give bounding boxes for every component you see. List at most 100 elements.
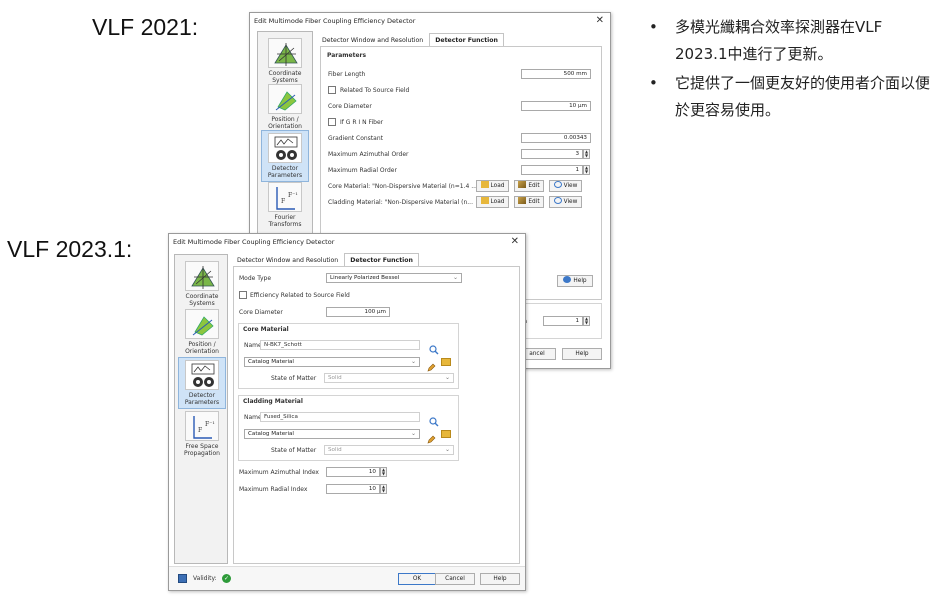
- button-label: Help: [573, 278, 587, 284]
- max-radial-order-field[interactable]: 1: [521, 165, 583, 175]
- old-nav-detector-parameters[interactable]: Detector Parameters: [261, 130, 309, 182]
- old-nav-position[interactable]: Position / Orientation: [261, 84, 309, 130]
- bullet-text: 多模光纖耦合效率探測器在VLF 2023.1中進行了更新。: [675, 18, 883, 63]
- bullet-dot: •: [649, 74, 658, 92]
- close-icon[interactable]: ✕: [511, 234, 519, 249]
- old-dialog-titlebar: Edit Multimode Fiber Coupling Efficiency…: [250, 13, 610, 29]
- validity-check-icon: ✓: [222, 574, 231, 583]
- folder-icon: [480, 197, 489, 204]
- core-load-button[interactable]: Load: [476, 180, 509, 192]
- bullet-list: • 多模光纖耦合效率探測器在VLF 2023.1中進行了更新。 • 它提供了一個更友…: [647, 14, 937, 126]
- spinner-arrows-icon[interactable]: ▲ ▼: [583, 149, 590, 159]
- mode-type-dropdown[interactable]: Linearly Polarized Bessel ⌄: [326, 273, 462, 283]
- free-space-propagation-icon: F F⁻¹: [185, 411, 219, 441]
- gradient-constant-label: Gradient Constant: [328, 135, 383, 142]
- nav-label: Position / Orientation: [268, 116, 302, 130]
- button-label: Load: [490, 199, 505, 205]
- nav-label: Fourier Transforms: [268, 214, 302, 228]
- coordinate-systems-icon: [185, 261, 219, 291]
- new-nav-position[interactable]: Position / Orientation: [178, 309, 226, 355]
- pencil-icon[interactable]: [427, 357, 436, 372]
- button-label: View: [563, 199, 578, 205]
- nav-label: Coordinate Systems: [185, 293, 219, 307]
- cladding-search-icon[interactable]: [429, 412, 439, 427]
- new-dialog-title: Edit Multimode Fiber Coupling Efficiency…: [173, 238, 335, 246]
- core-view-button[interactable]: View: [549, 180, 582, 192]
- cladding-view-button[interactable]: View: [549, 196, 582, 208]
- folder-icon: [480, 181, 489, 188]
- core-search-icon[interactable]: [429, 340, 439, 355]
- svg-text:F⁻¹: F⁻¹: [288, 192, 298, 199]
- max-azimuthal-index-field[interactable]: 10: [326, 467, 380, 477]
- chevron-down-icon: ⌄: [444, 374, 450, 381]
- cladding-catalog-dropdown[interactable]: Catalog Material ⌄: [244, 429, 420, 439]
- chevron-down-icon: ⌄: [410, 430, 416, 437]
- max-azimuthal-index-label: Maximum Azimuthal Index: [239, 469, 319, 476]
- cladding-edit-button[interactable]: Edit: [514, 196, 544, 208]
- old-panel-help-button[interactable]: Help: [557, 275, 593, 287]
- old-nav-panel: Coordinate Systems Position / Orientatio…: [257, 31, 313, 241]
- svg-text:F: F: [281, 198, 285, 205]
- label-vlf-2021: VLF 2021:: [92, 14, 199, 40]
- button-label: View: [563, 183, 578, 189]
- fiber-length-field[interactable]: 500 mm: [521, 69, 591, 79]
- new-nav-free-space-propagation[interactable]: F F⁻¹ Free Space Propagation: [178, 411, 226, 457]
- core-diameter-field[interactable]: 10 µm: [521, 101, 591, 111]
- partial-field[interactable]: 1: [543, 316, 583, 326]
- core-diameter-field[interactable]: 100 µm: [326, 307, 390, 317]
- efficiency-checkbox[interactable]: [239, 291, 247, 299]
- magnifier-icon: [553, 197, 562, 204]
- core-material-title: Core Material: [243, 326, 289, 333]
- bullet-text: 它提供了一個更友好的使用者介面以便於更容易使用。: [675, 74, 931, 119]
- grin-fiber-label: If G R I N Fiber: [340, 119, 384, 126]
- related-source-checkbox[interactable]: [328, 86, 336, 94]
- cladding-state-label: State of Matter: [271, 447, 317, 454]
- spinner-arrows-icon[interactable]: ▲ ▼: [380, 467, 387, 477]
- new-dialog-titlebar: Edit Multimode Fiber Coupling Efficiency…: [169, 234, 525, 250]
- max-azimuthal-order-field[interactable]: 3: [521, 149, 583, 159]
- core-material-group: Core Material Name N-BK7_Schott Catalog …: [238, 323, 459, 389]
- cladding-load-button[interactable]: Load: [476, 196, 509, 208]
- coordinate-systems-icon: [268, 38, 302, 68]
- fourier-transforms-icon: F F⁻¹: [268, 182, 302, 212]
- core-state-label: State of Matter: [271, 375, 317, 382]
- pencil-icon: [518, 197, 527, 204]
- nav-label: Coordinate Systems: [268, 70, 302, 84]
- core-edit-button[interactable]: Edit: [514, 180, 544, 192]
- cancel-button[interactable]: Cancel: [435, 573, 475, 585]
- old-nav-fourier-transforms[interactable]: F F⁻¹ Fourier Transforms: [261, 182, 309, 228]
- new-dialog: Edit Multimode Fiber Coupling Efficiency…: [168, 233, 526, 591]
- max-radial-index-field[interactable]: 10: [326, 484, 380, 494]
- core-catalog-dropdown[interactable]: Catalog Material ⌄: [244, 357, 420, 367]
- core-diameter-label: Core Diameter: [239, 309, 283, 316]
- core-material-label: Core Material: "Non-Dispersive Material …: [328, 183, 477, 190]
- gradient-constant-field[interactable]: 0.00343: [521, 133, 591, 143]
- new-nav-coordinate-systems[interactable]: Coordinate Systems: [178, 261, 226, 307]
- old-nav-coordinate-systems[interactable]: Coordinate Systems: [261, 38, 309, 84]
- nav-label: Position / Orientation: [185, 341, 219, 355]
- nav-label: Detector Parameters: [267, 165, 303, 179]
- folder-icon[interactable]: [441, 430, 451, 438]
- new-nav-detector-parameters[interactable]: Detector Parameters: [178, 357, 226, 409]
- label-vlf-2023: VLF 2023.1:: [7, 236, 133, 262]
- core-state-dropdown: Solid ⌄: [324, 373, 454, 383]
- spinner-arrows-icon[interactable]: ▲ ▼: [583, 165, 590, 175]
- cladding-name-field[interactable]: Fused_Silica: [260, 412, 420, 422]
- max-radial-order-label: Maximum Radial Order: [328, 167, 397, 174]
- ok-button[interactable]: OK: [398, 573, 436, 585]
- old-help-button[interactable]: Help: [562, 348, 602, 360]
- pencil-icon[interactable]: [427, 429, 436, 444]
- grin-fiber-checkbox[interactable]: [328, 118, 336, 126]
- spinner-arrows-icon[interactable]: ▲ ▼: [380, 484, 387, 494]
- nav-label: Free Space Propagation: [184, 443, 220, 457]
- pencil-icon: [518, 181, 527, 188]
- core-name-field[interactable]: N-BK7_Schott: [260, 340, 420, 350]
- save-icon[interactable]: [178, 574, 187, 583]
- old-dialog-title: Edit Multimode Fiber Coupling Efficiency…: [254, 17, 416, 25]
- help-button[interactable]: Help: [480, 573, 520, 585]
- spinner-arrows-icon[interactable]: ▲ ▼: [583, 316, 590, 326]
- cladding-material-group: Cladding Material Name Fused_Silica Cata…: [238, 395, 459, 461]
- folder-icon[interactable]: [441, 358, 451, 366]
- related-source-label: Related To Source Field: [340, 87, 410, 94]
- close-icon[interactable]: ✕: [596, 13, 604, 28]
